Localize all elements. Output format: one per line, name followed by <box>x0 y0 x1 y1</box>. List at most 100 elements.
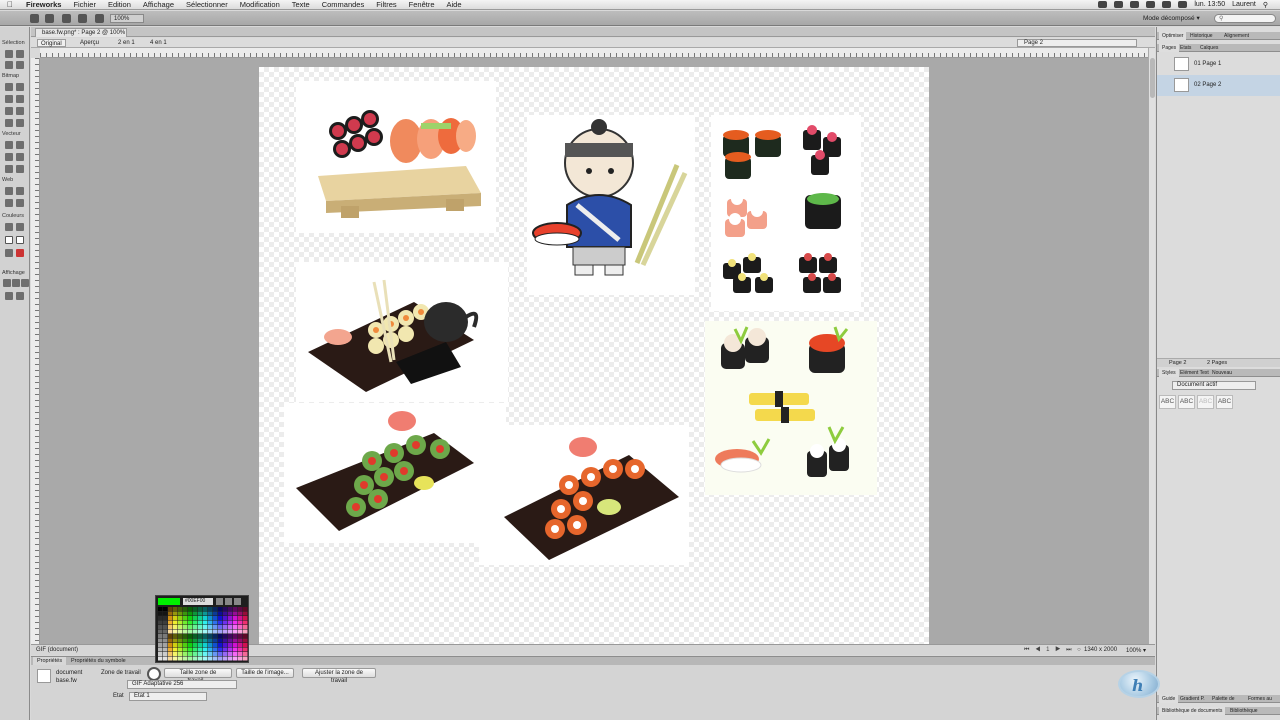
subselect-icon[interactable] <box>62 14 71 23</box>
full-screen-icon[interactable] <box>21 279 29 287</box>
show-slices-icon[interactable] <box>16 199 24 207</box>
marquee-tool-icon[interactable] <box>5 83 13 91</box>
color-wheel-icon[interactable] <box>225 598 232 605</box>
image-maki-plate-red[interactable] <box>479 425 689 565</box>
tab-element-text[interactable]: Elément Text <box>1177 369 1212 377</box>
stroke-color-swatch[interactable] <box>5 236 13 244</box>
taille-zone-travail-button[interactable]: Taille zone de travail... <box>164 668 232 684</box>
hand-icon[interactable] <box>78 14 87 23</box>
tab-apercu[interactable]: Aperçu <box>77 39 102 47</box>
menu-fenetre[interactable]: Fenêtre <box>403 0 441 9</box>
tab-historique[interactable]: Historique <box>1187 32 1216 40</box>
pen-tool-icon[interactable] <box>16 141 24 149</box>
canvas-color-swatch[interactable] <box>147 667 161 681</box>
eyedropper-tool-icon[interactable] <box>5 223 13 231</box>
text-tool-icon[interactable] <box>16 153 24 161</box>
status-zoom-select[interactable]: 100% ▾ <box>1126 647 1146 654</box>
zoom-icon[interactable] <box>95 14 104 23</box>
hex-color-field[interactable]: #00EF00 <box>183 598 213 605</box>
wifi-icon[interactable] <box>1146 1 1156 8</box>
image-sushi-icons-grid[interactable] <box>711 115 861 311</box>
styles-library-select[interactable]: Document actif <box>1172 381 1256 390</box>
apple-icon[interactable]:  <box>0 0 20 9</box>
vertical-scrollbar[interactable] <box>1148 48 1155 644</box>
fill-color-swatch[interactable] <box>16 236 24 244</box>
no-color-icon[interactable] <box>16 249 24 257</box>
tab-optimiser[interactable]: Optimiser <box>1159 32 1187 40</box>
image-sushi-platter-teapot[interactable] <box>296 262 508 402</box>
pages-footer-select[interactable]: Page 2 <box>1169 359 1186 367</box>
image-sushi-wood-board[interactable] <box>296 81 496 233</box>
lasso-tool-icon[interactable] <box>16 83 24 91</box>
scale-tool-icon[interactable] <box>5 61 13 69</box>
tab-original[interactable]: Original <box>37 39 66 47</box>
menu-modification[interactable]: Modification <box>234 0 286 9</box>
image-sushi-icons-illustrated[interactable] <box>705 321 877 495</box>
subselect-tool-icon[interactable] <box>16 50 24 58</box>
hotspot-tool-icon[interactable] <box>5 187 13 195</box>
freeform-tool-icon[interactable] <box>5 165 13 173</box>
palette-menu-icon[interactable] <box>234 598 241 605</box>
default-colors-icon[interactable] <box>5 249 13 257</box>
image-ninja-chef[interactable] <box>527 115 695 295</box>
menu-fichier[interactable]: Fichier <box>67 0 102 9</box>
hide-slices-icon[interactable] <box>5 199 13 207</box>
canvas-area[interactable] <box>40 58 1148 644</box>
tab-4-en-1[interactable]: 4 en 1 <box>147 39 170 47</box>
pencil-tool-icon[interactable] <box>5 107 13 115</box>
menu-commandes[interactable]: Commandes <box>316 0 371 9</box>
style-sample[interactable]: ABC <box>1197 395 1214 409</box>
sync-icon[interactable] <box>1114 1 1124 8</box>
stamp-tool-icon[interactable] <box>16 119 24 127</box>
spotlight-icon[interactable]: ⚲ <box>1263 1 1268 9</box>
tab-bibliotheque[interactable]: Bibliothèque <box>1227 707 1261 715</box>
menu-aide[interactable]: Aide <box>441 0 468 9</box>
menu-texte[interactable]: Texte <box>286 0 316 9</box>
tab-styles[interactable]: Styles <box>1159 369 1179 377</box>
page-select[interactable]: Page 2 <box>1017 39 1137 47</box>
arrange-icon[interactable] <box>30 14 39 23</box>
tab-calques[interactable]: Calques <box>1197 44 1221 52</box>
tab-alignement[interactable]: Alignement <box>1221 32 1252 40</box>
menu-affichage[interactable]: Affichage <box>137 0 180 9</box>
dropbox-icon[interactable] <box>1098 1 1108 8</box>
document-tab[interactable]: base.fw.png* : Page 2 @ 100% <box>35 28 127 37</box>
menu-edition[interactable]: Edition <box>102 0 137 9</box>
optimize-format-select[interactable]: GIF Adaptative 256 <box>127 680 237 689</box>
menu-selectionner[interactable]: Sélectionner <box>180 0 234 9</box>
swatch-grid[interactable] <box>158 607 248 661</box>
eraser-tool-icon[interactable] <box>16 107 24 115</box>
volume-icon[interactable] <box>1162 1 1172 8</box>
rectangle-tool-icon[interactable] <box>5 153 13 161</box>
pointer-tool-icon[interactable] <box>5 50 13 58</box>
page-item-1[interactable]: 01 Page 1 <box>1157 54 1280 75</box>
battery-icon[interactable] <box>1178 1 1188 8</box>
brush-tool-icon[interactable] <box>16 95 24 103</box>
workspace-mode-select[interactable]: Mode décomposé ▾ <box>1143 14 1208 23</box>
magic-wand-tool-icon[interactable] <box>5 95 13 103</box>
tab-nouveau[interactable]: Nouveau <box>1209 369 1235 377</box>
page-item-2[interactable]: 02 Page 2 <box>1157 75 1280 96</box>
tab-gradient[interactable]: Gradient P. <box>1177 695 1208 703</box>
menu-app[interactable]: Fireworks <box>20 0 67 9</box>
full-screen-menus-icon[interactable] <box>12 279 20 287</box>
style-sample[interactable]: ABC <box>1159 395 1176 409</box>
tab-guide[interactable]: Guide <box>1159 695 1179 703</box>
tab-formes[interactable]: Formes au <box>1245 695 1275 703</box>
tab-etats[interactable]: Etats <box>1177 44 1194 52</box>
tab-bibliotheque-documents[interactable]: Bibliothèque de documents <box>1159 707 1226 715</box>
knife-tool-icon[interactable] <box>16 165 24 173</box>
hand-tool-icon[interactable] <box>5 292 13 300</box>
color-picker-popup[interactable]: #00EF00 <box>155 595 249 663</box>
ajuster-zone-travail-button[interactable]: Ajuster la zone de travail <box>302 668 376 684</box>
style-sample[interactable]: ABC <box>1216 395 1233 409</box>
frame-navigation[interactable]: ⏮ ◀ 1 ▶ ⏭ ○ <box>1024 647 1083 654</box>
zoom-tool-icon[interactable] <box>16 292 24 300</box>
bluetooth-icon[interactable] <box>1130 1 1140 8</box>
zoom-select[interactable]: 100% <box>110 14 144 23</box>
search-input[interactable]: ⚲ <box>1214 14 1276 23</box>
line-tool-icon[interactable] <box>5 141 13 149</box>
no-color-icon[interactable] <box>216 598 223 605</box>
user-name[interactable]: Laurent <box>1232 1 1256 8</box>
scrollbar-thumb[interactable] <box>1150 58 1155 98</box>
